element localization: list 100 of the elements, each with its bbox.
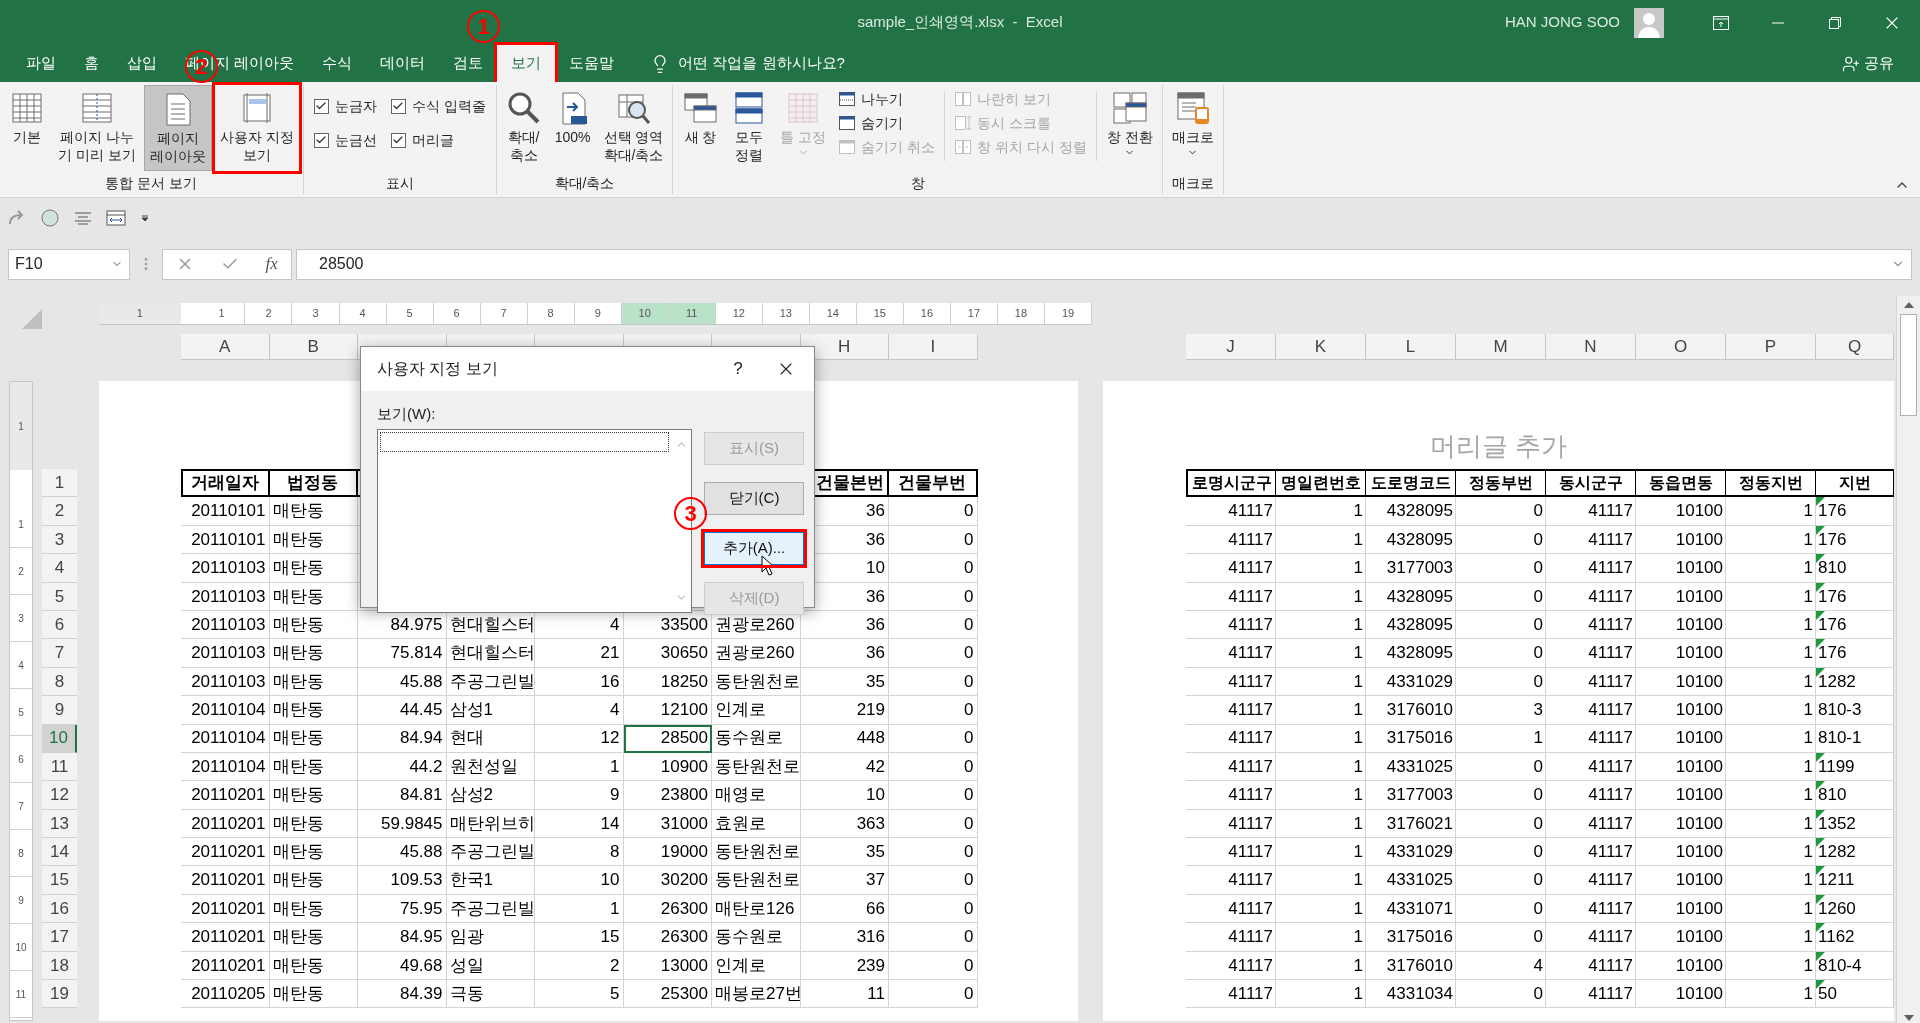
table-cell: 10100 (1636, 894, 1726, 924)
share-button[interactable]: 공유 (1842, 45, 1920, 82)
table-cell: 59.9845 (358, 809, 447, 839)
row-header[interactable]: 9 (42, 696, 77, 725)
table-cell: 3176010 (1366, 951, 1456, 981)
column-header[interactable]: M (1456, 334, 1546, 360)
column-header[interactable]: K (1276, 334, 1366, 360)
column-header[interactable]: N (1546, 334, 1636, 360)
table-cell: 41117 (1546, 667, 1636, 697)
row-header[interactable]: 11 (42, 752, 77, 782)
row-header[interactable]: 13 (42, 809, 77, 839)
select-all-icon[interactable] (22, 309, 42, 329)
ruler-number: 6 (18, 752, 24, 767)
scroll-up-icon[interactable] (1903, 302, 1914, 308)
ribbon-tab[interactable]: 검토 (439, 45, 498, 82)
table-cell: 10900 (623, 752, 712, 782)
row-header[interactable]: 15 (42, 866, 77, 895)
tell-me-field[interactable]: 어떤 작업을 원하시나요? (678, 52, 845, 75)
scroll-down-icon[interactable] (1903, 1015, 1914, 1021)
ribbon-button[interactable]: 숨기기 (838, 111, 936, 135)
ribbon-button[interactable]: 페이지 레이아웃 (143, 85, 212, 171)
ribbon-button[interactable]: 모두 정렬 (726, 85, 773, 171)
ribbon-button[interactable]: 나누기 (838, 87, 936, 111)
row-header[interactable]: 8 (42, 667, 77, 697)
table-cell: 매탄동 (269, 724, 358, 753)
ribbon-tab[interactable]: 수식 (308, 45, 367, 82)
table-cell: 0 (1456, 923, 1546, 952)
ribbon-button[interactable]: 선택 영역 확대/축소 (598, 85, 669, 171)
table-cell: 3 (1456, 696, 1546, 725)
row-header[interactable]: 7 (42, 639, 77, 668)
column-header[interactable]: P (1726, 334, 1816, 360)
dialog-button[interactable]: 추가(A)... (704, 532, 804, 565)
column-header[interactable]: J (1186, 334, 1276, 360)
table-cell: 1 (1276, 809, 1366, 839)
align-icon[interactable] (74, 211, 92, 225)
check-icon (392, 134, 405, 146)
row-header[interactable]: 1 (42, 469, 77, 498)
row-header[interactable]: 2 (42, 497, 77, 526)
table-cell: 41117 (1186, 497, 1276, 526)
row-header[interactable]: 12 (42, 781, 77, 810)
vertical-scrollbar[interactable] (1896, 296, 1920, 1023)
column-header[interactable]: B (269, 334, 358, 360)
ruler-number: 7 (500, 306, 507, 322)
checkbox[interactable]: 눈금자 (313, 95, 377, 117)
table-cell: 0 (889, 894, 978, 924)
table-cell: 1 (1726, 497, 1816, 526)
column-header[interactable]: I (889, 334, 978, 360)
ribbon-button[interactable]: 창 전환 (1101, 85, 1158, 171)
column-header[interactable]: L (1366, 334, 1456, 360)
row-header[interactable]: 3 (42, 525, 77, 555)
ribbon-tab[interactable]: 보기 (497, 45, 556, 82)
row-header[interactable]: 6 (42, 610, 77, 640)
person-add-icon (1842, 54, 1860, 73)
ribbon-tab[interactable]: 데이터 (366, 45, 440, 82)
ribbon-button[interactable]: 페이지 나누 기 미리 보기 (53, 85, 141, 171)
column-header[interactable]: Q (1816, 334, 1894, 360)
ribbon-button[interactable]: 100% (549, 85, 596, 171)
help-button[interactable]: ? (718, 356, 758, 382)
row-header[interactable]: 17 (42, 923, 77, 952)
insert-function-button[interactable]: fx (265, 251, 278, 277)
ribbon-tab[interactable]: 삽입 (113, 45, 171, 82)
column-header[interactable]: A (181, 334, 270, 360)
redo-icon[interactable] (8, 210, 26, 226)
ribbon-tab[interactable]: 파일 (12, 45, 70, 82)
ribbon-tab[interactable]: 도움말 (555, 45, 629, 82)
table-cell: 41117 (1546, 752, 1636, 782)
column-width-icon[interactable] (106, 210, 126, 226)
table-cell: 0 (889, 639, 978, 668)
row-header[interactable]: 16 (42, 894, 77, 924)
ribbon-button[interactable]: 새 창 (677, 85, 724, 171)
ribbon-button[interactable]: 확대/ 축소 (500, 85, 547, 171)
ribbon-button[interactable]: 사용자 지정 보기 (214, 85, 299, 171)
row-header[interactable]: 18 (42, 951, 77, 981)
table-cell: 매봉로27번 (712, 980, 801, 1009)
name-box[interactable]: F10 (8, 248, 130, 280)
circle-icon[interactable] (40, 208, 60, 228)
checkbox[interactable]: 눈금선 (313, 129, 377, 151)
table-cell: 14 (535, 809, 624, 839)
table-cell: 1 (1726, 752, 1816, 782)
column-header[interactable]: O (1636, 334, 1726, 360)
checkbox[interactable]: 수식 입력줄 (390, 95, 486, 117)
row-header[interactable]: 14 (42, 838, 77, 867)
table-cell: 363 (800, 809, 889, 839)
scrollbar-thumb[interactable] (1900, 314, 1917, 416)
formula-field[interactable]: 28500 (296, 248, 1912, 280)
row-header[interactable]: 4 (42, 554, 77, 583)
table-cell: 0 (1456, 866, 1546, 895)
row-header[interactable]: 5 (42, 582, 77, 611)
row-header[interactable]: 19 (42, 980, 77, 1009)
table-cell: 1 (1276, 724, 1366, 753)
customize-caret-icon[interactable] (140, 213, 150, 223)
ribbon-tab[interactable]: 홈 (70, 45, 113, 82)
row-header[interactable]: 10 (42, 724, 77, 753)
table-cell: 매탄위브히 (446, 809, 535, 839)
ribbon-button[interactable]: 기본 (4, 85, 50, 171)
dialog-button[interactable]: 닫기(C) (704, 482, 804, 515)
checkbox[interactable]: 머리글 (390, 129, 486, 151)
table-cell: 1 (1456, 724, 1546, 753)
ribbon-button[interactable]: 매크로 (1166, 85, 1219, 171)
table-cell: 16 (535, 667, 624, 697)
